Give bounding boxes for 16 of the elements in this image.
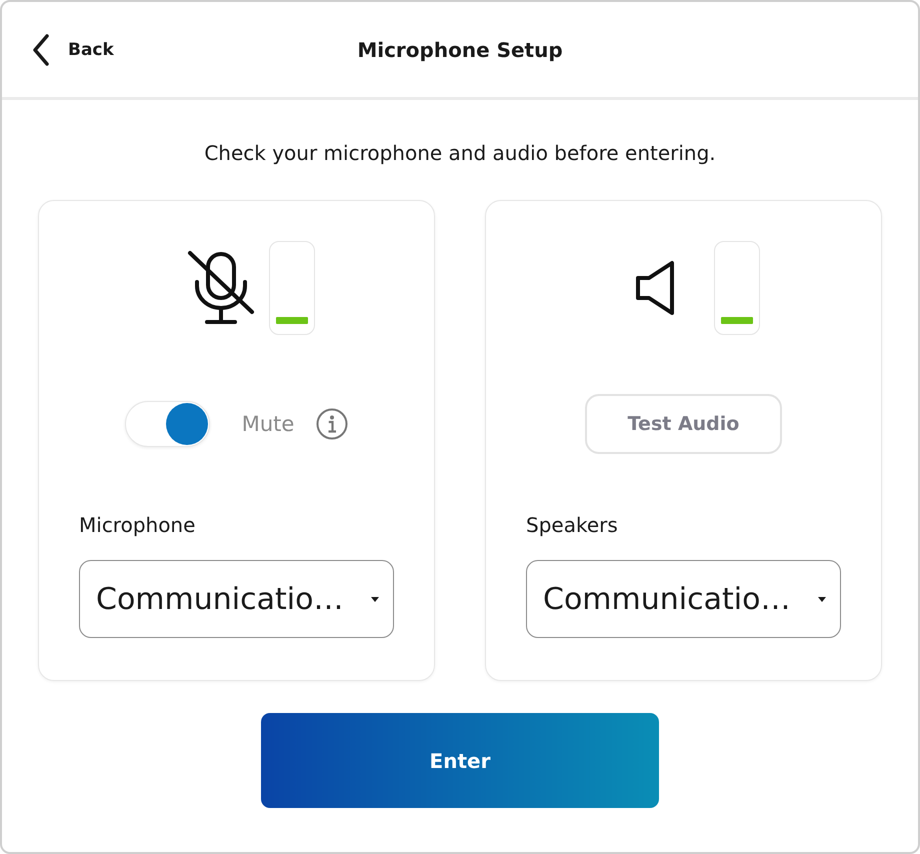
device-select[interactable]: Communicatio… — [526, 560, 841, 638]
instruction-text: Check your microphone and audio before entering. — [203, 140, 717, 166]
caret-icon — [818, 596, 826, 602]
device-select[interactable]: Communicatio… — [79, 560, 394, 638]
device-label: Speakers — [526, 513, 618, 537]
caret-icon — [371, 596, 379, 602]
enter-button[interactable]: Enter — [261, 713, 659, 808]
back-button[interactable]: Back — [32, 34, 114, 66]
speaker-icon — [635, 260, 676, 316]
info-icon[interactable] — [316, 408, 348, 440]
chevron-left-icon — [32, 34, 50, 66]
device-label: Microphone — [79, 513, 196, 537]
test-audio-button[interactable]: Test Audio — [585, 394, 782, 454]
mute-label: Mute — [242, 412, 294, 436]
mute-toggle[interactable] — [124, 401, 210, 447]
page-title: Microphone Setup — [357, 38, 563, 62]
